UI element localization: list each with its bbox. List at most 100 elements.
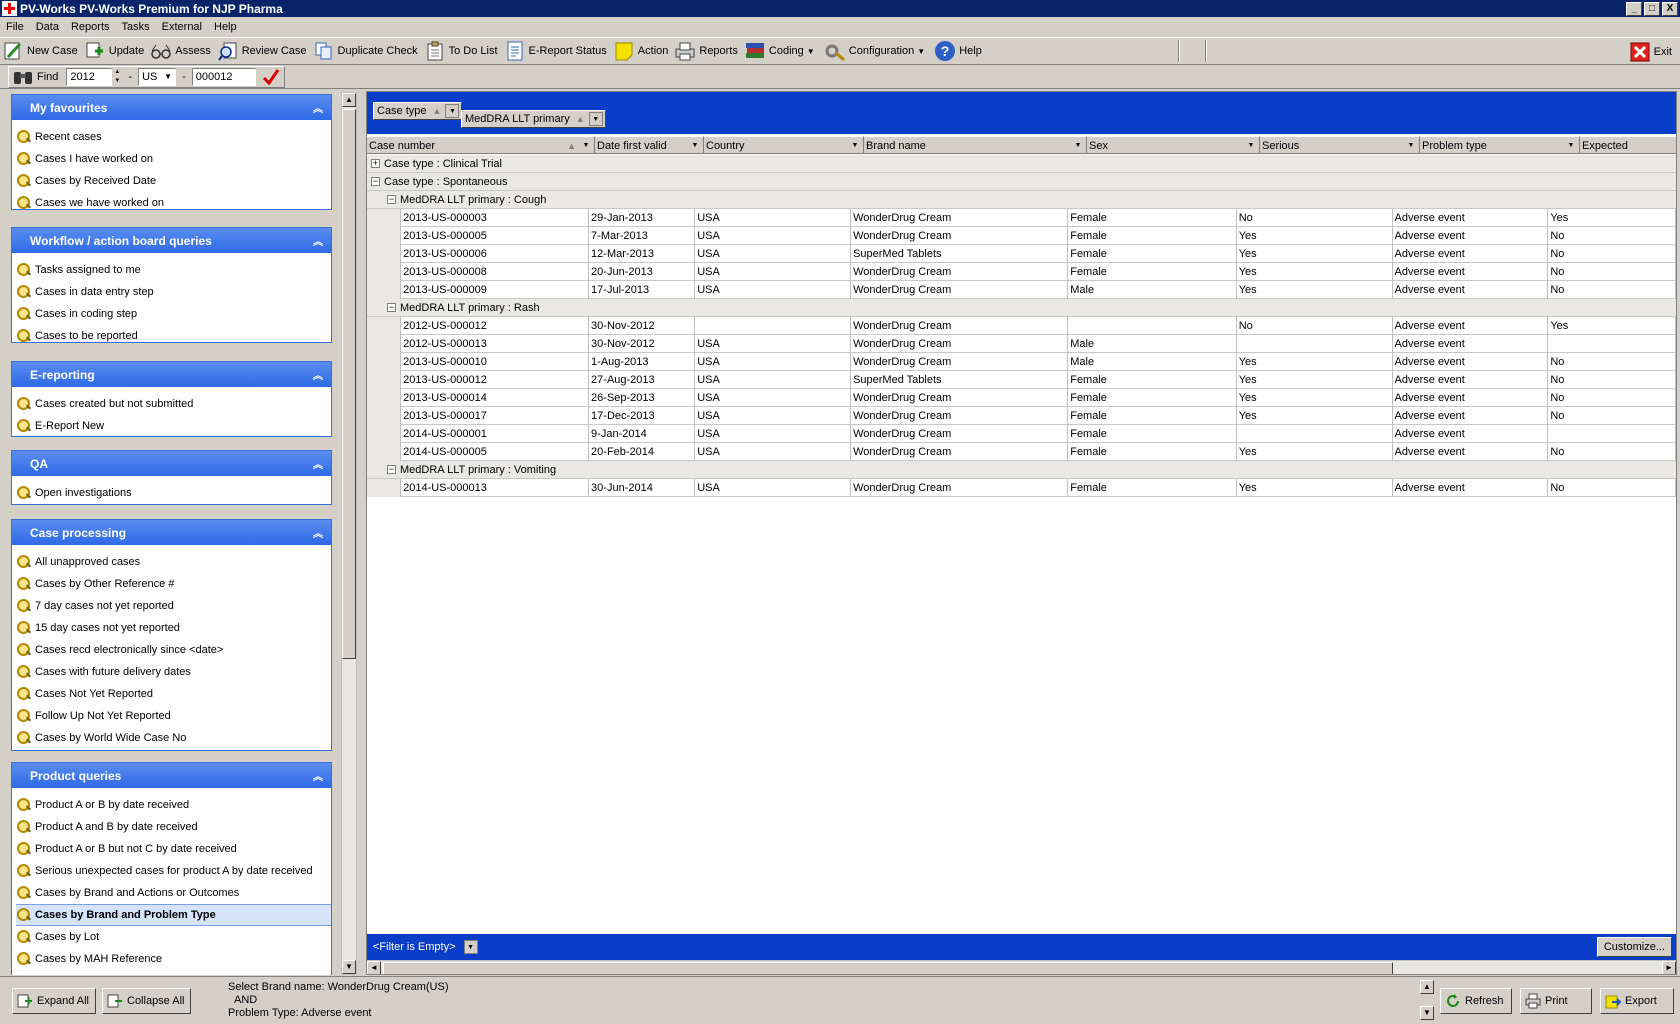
table-row[interactable]: 2013-US-000010 1-Aug-2013 USA WonderDrug Cr… — [367, 353, 1676, 371]
filter-dropdown-icon[interactable]: ▼ — [1072, 139, 1084, 151]
menu-file[interactable]: File — [0, 21, 30, 33]
query-panel-scrollbar[interactable]: ▲ ▼ — [341, 92, 357, 975]
table-row[interactable]: 2013-US-000003 29-Jan-2013 USA WonderDrug C… — [367, 209, 1676, 227]
query-item[interactable]: Cases created but not submitted — [16, 393, 331, 415]
filter-status[interactable]: <Filter is Empty> — [373, 941, 456, 953]
filter-dropdown-icon[interactable]: ▼ — [1405, 139, 1417, 151]
query-item-selected[interactable]: Cases by Brand and Problem Type — [16, 904, 331, 926]
collapse-chevron-icon[interactable]: ︽ — [313, 367, 323, 382]
group-header[interactable]: My favourites ︽ — [12, 95, 331, 120]
query-item[interactable]: Cases I have worked on — [16, 148, 331, 170]
collapse-icon[interactable]: − — [387, 195, 396, 204]
assess-button[interactable]: Assess — [148, 39, 214, 63]
chevron-down-icon[interactable]: ▼ — [445, 104, 460, 118]
column-header[interactable]: Country ▼ — [704, 136, 864, 154]
action-button[interactable]: Action — [611, 39, 673, 63]
table-row[interactable]: 2013-US-000009 17-Jul-2013 USA WonderDrug C… — [367, 281, 1676, 299]
filter-dropdown-icon[interactable]: ▼ — [1245, 139, 1257, 151]
menu-reports[interactable]: Reports — [65, 21, 116, 33]
coding-dropdown-icon[interactable]: ▼ — [804, 43, 818, 59]
group-header[interactable]: Product queries ︽ — [12, 763, 331, 788]
query-item[interactable]: Follow Up Not Yet Reported — [16, 705, 331, 727]
column-header[interactable]: Sex ▼ — [1087, 136, 1260, 154]
configuration-button[interactable]: Configuration ▼ — [822, 39, 932, 63]
expand-all-button[interactable]: Expand All — [12, 988, 96, 1014]
query-item[interactable]: Cases in data entry step — [16, 281, 331, 303]
table-row[interactable]: 2012-US-000012 30-Nov-2012 WonderDrug Crea… — [367, 317, 1676, 335]
group-header[interactable]: Workflow / action board queries ︽ — [12, 228, 331, 253]
query-item[interactable]: E-Report New — [16, 415, 331, 437]
group-header[interactable]: QA ︽ — [12, 451, 331, 476]
filter-dropdown-icon[interactable]: ▼ — [1565, 139, 1577, 151]
duplicate-check-button[interactable]: Duplicate Check — [311, 39, 422, 63]
review-case-button[interactable]: Review Case — [215, 39, 311, 63]
filter-dropdown-icon[interactable]: ▼ — [689, 139, 701, 151]
query-item[interactable]: Cases by Lot — [16, 926, 331, 948]
menu-data[interactable]: Data — [30, 21, 65, 33]
query-item[interactable]: Tasks assigned to me — [16, 259, 331, 281]
maximize-button[interactable]: □ — [1644, 1, 1660, 16]
new-case-button[interactable]: New Case — [0, 39, 82, 63]
close-button[interactable]: X — [1662, 1, 1678, 16]
table-row[interactable]: 2012-US-000013 30-Nov-2012 USA WonderDrug C… — [367, 335, 1676, 353]
filter-dropdown-icon[interactable]: ▼ — [849, 139, 861, 151]
scroll-right-icon[interactable]: ► — [1662, 961, 1676, 974]
chevron-down-icon[interactable]: ▼ — [161, 69, 175, 85]
group-row[interactable]: − MedDRA LLT primary : Rash — [367, 299, 1676, 317]
query-item[interactable]: Cases by Other Reference # — [16, 573, 331, 595]
collapse-chevron-icon[interactable]: ︽ — [313, 100, 323, 115]
group-header[interactable]: Case processing ︽ — [12, 520, 331, 545]
query-item[interactable]: Open investigations — [16, 482, 331, 504]
chevron-down-icon[interactable]: ▼ — [588, 112, 603, 126]
expand-icon[interactable]: + — [371, 159, 380, 168]
query-item[interactable]: Cases to be reported — [16, 325, 331, 347]
query-item[interactable]: Serious unexpected cases for product A b… — [16, 860, 331, 882]
collapse-all-button[interactable]: Collapse All — [102, 988, 192, 1014]
column-header[interactable]: Serious ▼ — [1260, 136, 1420, 154]
customize-button[interactable]: Customize... — [1596, 937, 1672, 957]
table-row[interactable]: 2013-US-000005 7-Mar-2013 USA WonderDrug Cr… — [367, 227, 1676, 245]
query-item[interactable]: All unapproved cases — [16, 551, 331, 573]
print-button[interactable]: Print — [1520, 988, 1592, 1014]
collapse-chevron-icon[interactable]: ︽ — [313, 233, 323, 248]
group-row[interactable]: + Case type : Clinical Trial — [367, 155, 1676, 173]
coding-button[interactable]: Coding ▼ — [742, 39, 822, 63]
column-header[interactable]: Problem type ▼ — [1420, 136, 1580, 154]
ereport-status-button[interactable]: E-Report Status — [502, 39, 611, 63]
collapse-icon[interactable]: − — [387, 303, 396, 312]
collapse-icon[interactable]: − — [371, 177, 380, 186]
checkmark-icon[interactable] — [262, 68, 280, 86]
table-row[interactable]: 2013-US-000012 27-Aug-2013 USA SuperMed Tab… — [367, 371, 1676, 389]
query-item[interactable]: Cases by Received Date — [16, 170, 331, 192]
query-item[interactable]: Product A or B but not C by date receive… — [16, 838, 331, 860]
menu-tasks[interactable]: Tasks — [116, 21, 156, 33]
column-header[interactable]: Date first valid ▼ — [595, 136, 704, 154]
help-button[interactable]: ? Help — [932, 39, 986, 63]
group-row[interactable]: − MedDRA LLT primary : Cough — [367, 191, 1676, 209]
query-item[interactable]: Product A or B by date received — [16, 794, 331, 816]
reports-button[interactable]: Reports — [672, 39, 742, 63]
exit-button[interactable]: Exit — [1627, 40, 1676, 64]
query-item[interactable]: Cases by World Wide Case No — [16, 727, 331, 749]
description-scrollbar[interactable]: ▲ ▼ — [1420, 980, 1435, 1020]
to-do-list-button[interactable]: To Do List — [422, 39, 502, 63]
menu-external[interactable]: External — [156, 21, 208, 33]
scroll-down-icon[interactable]: ▼ — [1420, 1006, 1434, 1020]
scroll-up-icon[interactable]: ▲ — [1420, 980, 1434, 994]
collapse-chevron-icon[interactable]: ︽ — [313, 768, 323, 783]
find-number-input[interactable]: 000012 — [191, 67, 256, 86]
query-item[interactable]: Recent cases — [16, 126, 331, 148]
export-button[interactable]: Export — [1600, 988, 1674, 1014]
table-row[interactable]: 2014-US-000013 30-Jun-2014 USA WonderDrug C… — [367, 479, 1676, 497]
update-button[interactable]: Update — [82, 39, 148, 63]
query-item[interactable]: 15 day cases not yet reported — [16, 617, 331, 639]
filter-dropdown-icon[interactable]: ▼ — [580, 139, 592, 151]
scroll-left-icon[interactable]: ◄ — [367, 961, 381, 974]
scroll-down-icon[interactable]: ▼ — [342, 960, 356, 974]
configuration-dropdown-icon[interactable]: ▼ — [914, 43, 928, 59]
table-row[interactable]: 2013-US-000008 20-Jun-2013 USA WonderDrug C… — [367, 263, 1676, 281]
minimize-button[interactable]: _ — [1626, 1, 1642, 16]
group-chip-meddra[interactable]: MedDRA LLT primary ▲ ▼ — [461, 110, 606, 128]
scroll-thumb[interactable] — [383, 962, 1393, 974]
query-item[interactable]: Cases in coding step — [16, 303, 331, 325]
